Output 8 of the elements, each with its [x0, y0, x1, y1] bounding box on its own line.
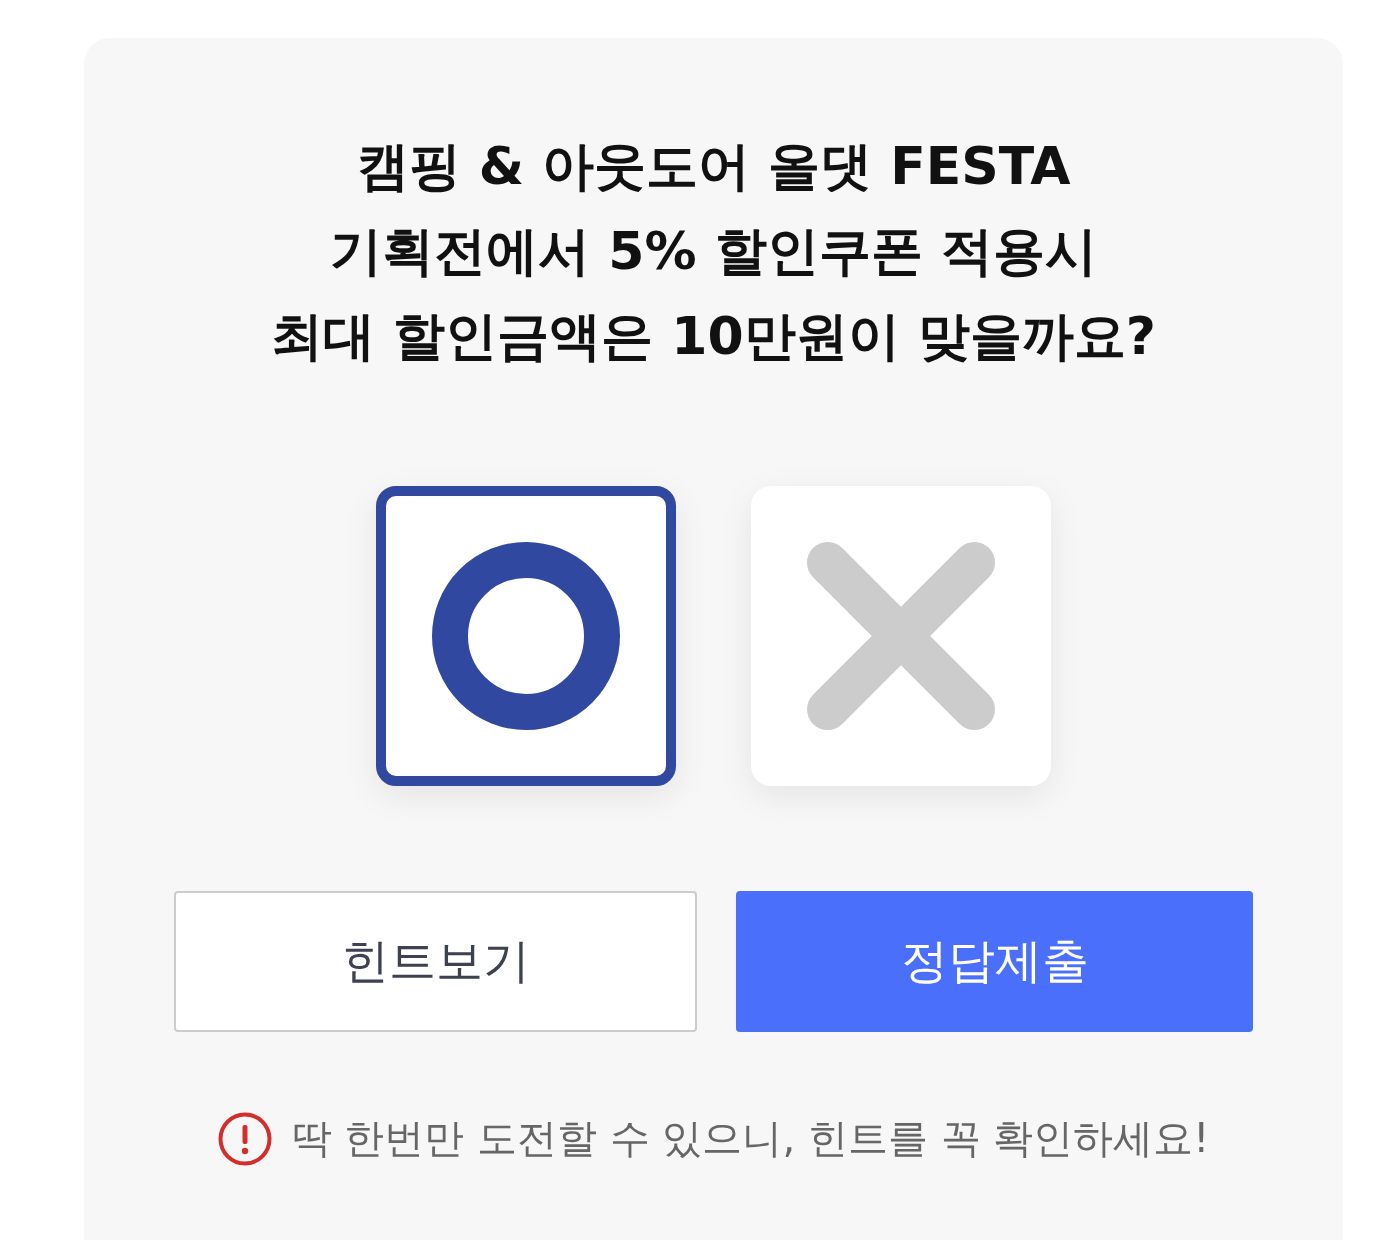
question-text: 캠핑 & 아웃도어 올댓 FESTA 기획전에서 5% 할인쿠폰 적용시 최대 할인금액은 10만원이 맞을까요?: [271, 135, 1156, 368]
hint-button[interactable]: 힌트보기: [174, 891, 697, 1032]
ring-icon: [432, 542, 620, 730]
cross-icon: [807, 542, 995, 730]
warning-icon: [217, 1111, 272, 1166]
submit-button[interactable]: 정답제출: [736, 891, 1253, 1032]
answer-choice[interactable]: [376, 486, 676, 786]
notice-text: 딱 한번만 도전할 수 있으니, 힌트를 꼭 확인하세요!: [291, 1114, 1210, 1163]
